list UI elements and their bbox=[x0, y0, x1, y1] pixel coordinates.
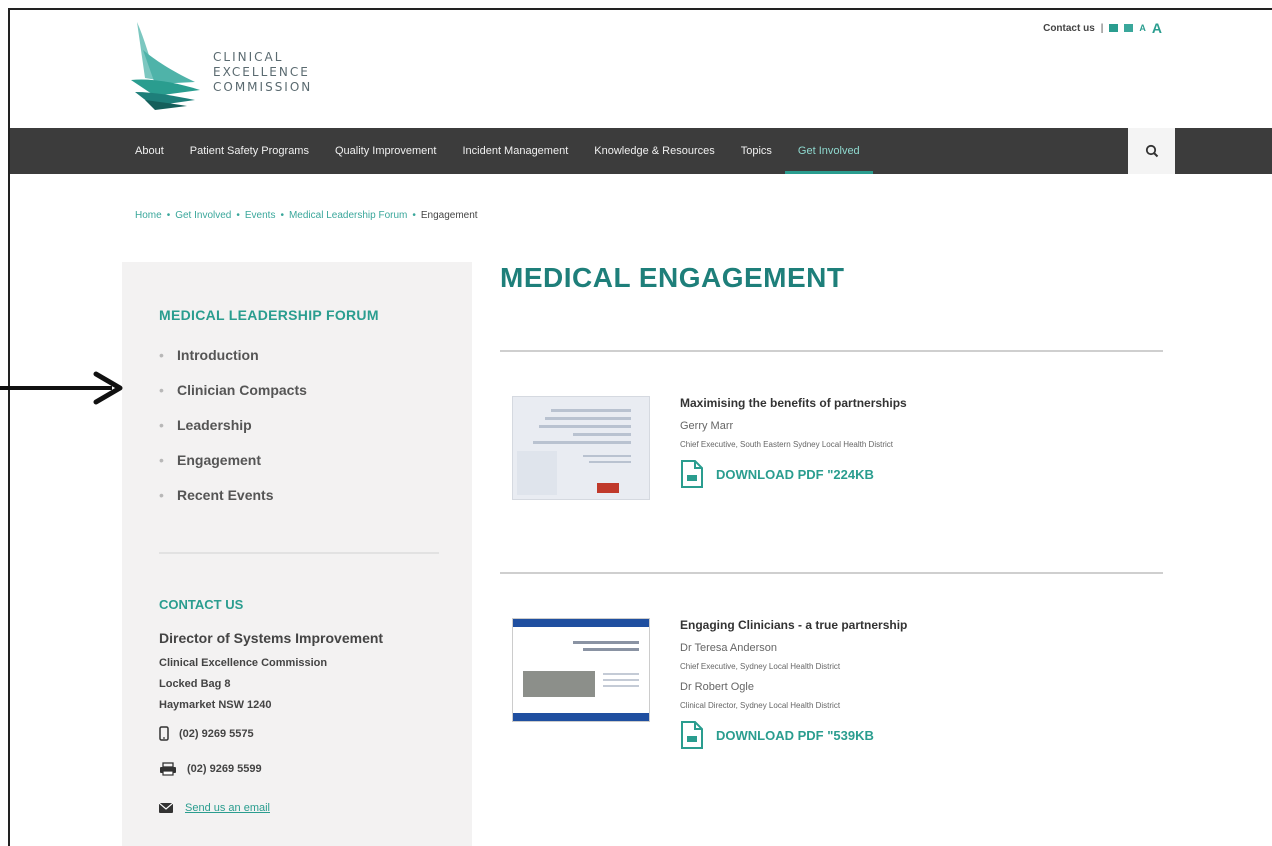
nav-knowledge-resources[interactable]: Knowledge & Resources bbox=[581, 128, 727, 174]
sidebar-item-clinician-compacts[interactable]: • Clinician Compacts bbox=[159, 382, 307, 417]
nav-quality-improvement[interactable]: Quality Improvement bbox=[322, 128, 449, 174]
sidebar-divider bbox=[159, 552, 439, 554]
main-nav: About Patient Safety Programs Quality Im… bbox=[10, 128, 1272, 174]
pdf-file-icon bbox=[681, 721, 703, 749]
fax-icon bbox=[160, 762, 176, 776]
logo-text: CLINICAL EXCELLENCE COMMISSION bbox=[213, 50, 313, 94]
download-pdf-link[interactable]: DOWNLOAD PDF "539KB bbox=[680, 720, 907, 750]
contact-address-line2: Haymarket NSW 1240 bbox=[159, 699, 272, 711]
search-button[interactable] bbox=[1128, 128, 1175, 174]
document-thumbnail[interactable] bbox=[512, 618, 650, 722]
separator: | bbox=[1100, 22, 1104, 34]
breadcrumb-medical-leadership-forum[interactable]: Medical Leadership Forum bbox=[289, 210, 407, 221]
presenter-name: Dr Robert Ogle bbox=[680, 681, 754, 693]
content-divider bbox=[500, 350, 1163, 352]
sidebar-item-engagement[interactable]: • Engagement bbox=[159, 452, 307, 487]
contact-title: CONTACT US bbox=[159, 597, 244, 612]
contact-address-line1: Locked Bag 8 bbox=[159, 678, 231, 690]
content-divider bbox=[500, 572, 1163, 574]
sidebar-item-recent-events[interactable]: • Recent Events bbox=[159, 487, 307, 522]
nav-patient-safety-programs[interactable]: Patient Safety Programs bbox=[177, 128, 322, 174]
contact-org: Clinical Excellence Commission bbox=[159, 657, 328, 669]
utility-links: Contact us | A A bbox=[1043, 20, 1162, 36]
annotation-arrow-icon bbox=[0, 371, 123, 405]
site-logo[interactable]: CLINICAL EXCELLENCE COMMISSION bbox=[125, 20, 325, 115]
text-size-small-button[interactable]: A bbox=[1139, 23, 1146, 33]
contact-phone[interactable]: (02) 9269 5575 bbox=[159, 726, 254, 741]
phone-icon bbox=[159, 726, 169, 741]
contact-us-link[interactable]: Contact us bbox=[1043, 23, 1095, 34]
breadcrumb: Home • Get Involved • Events • Medical L… bbox=[135, 210, 478, 221]
print-icon[interactable] bbox=[1124, 24, 1134, 32]
contact-name: Director of Systems Improvement bbox=[159, 630, 384, 646]
document-title[interactable]: Maximising the benefits of partnerships bbox=[680, 396, 907, 410]
breadcrumb-separator: • bbox=[280, 210, 284, 221]
breadcrumb-get-involved[interactable]: Get Involved bbox=[175, 210, 231, 221]
page-title: MEDICAL ENGAGEMENT bbox=[500, 262, 845, 293]
contact-fax: (02) 9269 5599 bbox=[159, 762, 262, 776]
nav-get-involved[interactable]: Get Involved bbox=[784, 128, 873, 174]
email-icon[interactable] bbox=[1109, 24, 1119, 32]
search-icon bbox=[1145, 144, 1158, 158]
sidebar-menu: • Introduction • Clinician Compacts • Leade… bbox=[159, 347, 307, 522]
envelope-icon bbox=[159, 803, 173, 813]
logo-mark-icon bbox=[131, 22, 200, 110]
presenter-role: Chief Executive, South Eastern Sydney Lo… bbox=[680, 440, 893, 449]
breadcrumb-events[interactable]: Events bbox=[245, 210, 276, 221]
document-title[interactable]: Engaging Clinicians - a true partnership bbox=[680, 618, 907, 632]
nav-topics[interactable]: Topics bbox=[728, 128, 785, 174]
breadcrumb-separator: • bbox=[166, 210, 171, 221]
nav-incident-management[interactable]: Incident Management bbox=[449, 128, 581, 174]
contact-email[interactable]: Send us an email bbox=[159, 802, 270, 814]
send-email-link[interactable]: Send us an email bbox=[185, 802, 270, 814]
presenter-role: Chief Executive, Sydney Local Health Dis… bbox=[680, 662, 841, 671]
pdf-file-icon bbox=[681, 460, 703, 488]
sidebar: MEDICAL LEADERSHIP FORUM • Introduction •… bbox=[122, 262, 472, 846]
presenter-role: Clinical Director, Sydney Local Health D… bbox=[680, 701, 841, 710]
breadcrumb-current: Engagement bbox=[420, 210, 478, 221]
breadcrumb-separator: • bbox=[412, 210, 416, 221]
nav-about[interactable]: About bbox=[122, 128, 177, 174]
breadcrumb-separator: • bbox=[236, 210, 240, 221]
presenter-name: Gerry Marr bbox=[680, 420, 734, 432]
browser-frame: CLINICAL EXCELLENCE COMMISSION Contact u… bbox=[8, 8, 1272, 846]
presenter-name: Dr Teresa Anderson bbox=[680, 642, 778, 654]
document-thumbnail[interactable] bbox=[512, 396, 650, 500]
sidebar-title: MEDICAL LEADERSHIP FORUM bbox=[159, 307, 379, 323]
download-pdf-link[interactable]: DOWNLOAD PDF "224KB bbox=[680, 459, 907, 489]
text-size-large-button[interactable]: A bbox=[1152, 20, 1162, 36]
sidebar-item-introduction[interactable]: • Introduction bbox=[159, 347, 307, 382]
breadcrumb-home[interactable]: Home bbox=[135, 210, 162, 221]
sidebar-item-leadership[interactable]: • Leadership bbox=[159, 417, 307, 452]
